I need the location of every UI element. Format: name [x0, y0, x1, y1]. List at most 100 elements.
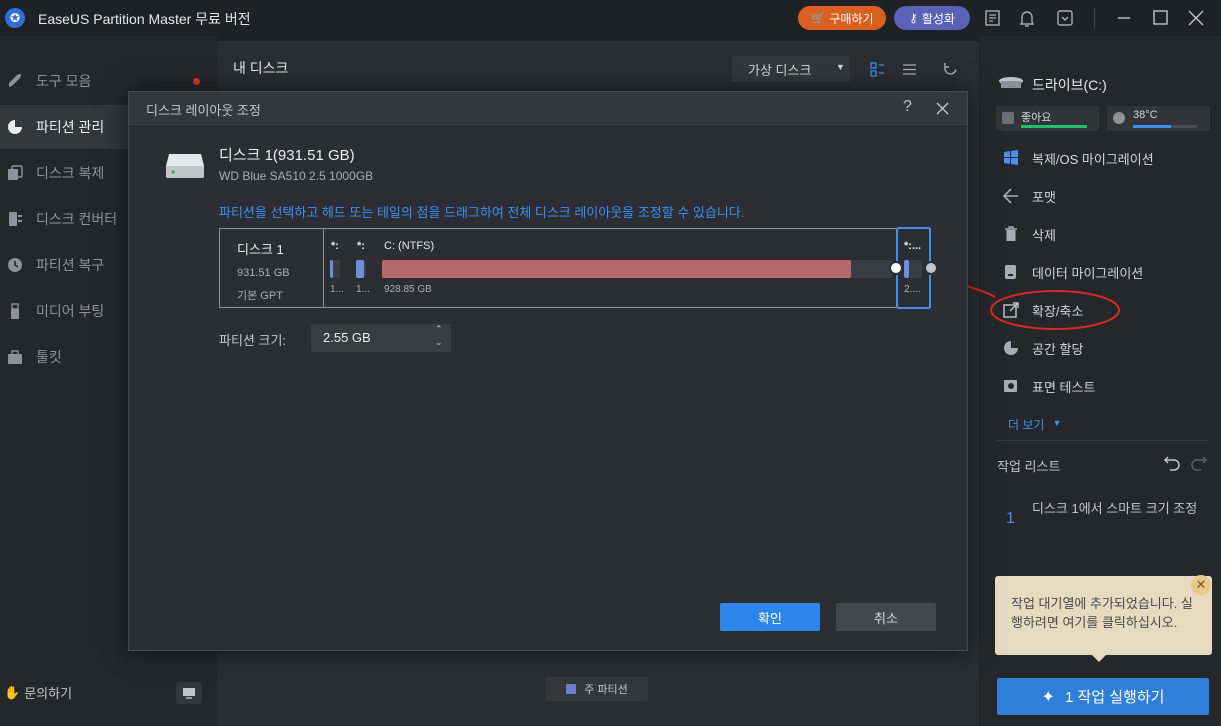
temperature-label: 38°C [1133, 109, 1158, 121]
action-delete[interactable]: 삭제 [1002, 222, 1056, 246]
stepper-up-icon[interactable]: ⌃ [435, 324, 443, 335]
partition-fill [330, 260, 333, 278]
notification-dot [193, 78, 200, 85]
tooltip-text: 작업 대기열에 추가되었습니다. 실행하려면 여기를 클릭하십시오. [1011, 596, 1193, 630]
tooltip-close-icon[interactable]: ✕ [1191, 575, 1211, 595]
task-item[interactable]: 디스크 1에서 스마트 크기 조정 [1032, 500, 1202, 518]
ok-label: 확인 [758, 610, 782, 626]
key-icon: ⚷ [909, 11, 918, 25]
action-format[interactable]: 포맷 [1002, 184, 1056, 208]
chat-button[interactable] [176, 682, 202, 704]
trash-icon [1005, 226, 1017, 241]
bell-icon[interactable] [1018, 8, 1036, 28]
buy-label: 구매하기 [829, 11, 874, 26]
task-list-header: 작업 리스트 [997, 459, 1061, 474]
temperature-status: 38°C [1107, 106, 1210, 131]
partition-label: *: [331, 240, 339, 252]
partition-c[interactable]: C: (NTFS) 928.85 GB [382, 237, 892, 301]
task-number: 1 [1006, 510, 1015, 527]
sidebar-item-label: 도구 모음 [36, 73, 92, 89]
tooltip-arrow [1091, 654, 1107, 662]
dialog-close-icon[interactable] [936, 102, 949, 115]
stepper-down-icon[interactable]: ⌄ [435, 337, 443, 348]
partition-size: 1... [356, 284, 370, 295]
usb-icon [11, 303, 19, 319]
sidebar-item-label: 파티션 복구 [36, 257, 105, 273]
sidebar-item-label: 디스크 컨버터 [36, 211, 118, 227]
contact-link[interactable]: ✋ 문의하기 [4, 683, 72, 702]
partition-size-value: 2.55 GB [323, 330, 371, 345]
app-title: EaseUS Partition Master 무료 버전 [38, 11, 251, 27]
maximize-icon[interactable] [1152, 9, 1170, 27]
disk-info-name: 디스크 1 [237, 242, 284, 257]
close-icon[interactable] [1187, 9, 1205, 27]
instruction-text: 파티션을 선택하고 헤드 또는 테일의 점을 드래그하여 전체 디스크 레이아웃… [219, 205, 745, 220]
refresh-icon[interactable] [942, 61, 959, 78]
health-status: 좋아요 [996, 106, 1099, 131]
divider [1094, 8, 1095, 28]
partition-size: 1... [330, 284, 344, 295]
pie-icon [1004, 341, 1018, 355]
wave-hand-icon: ✋ [4, 684, 21, 700]
execute-button[interactable]: ✦ 1 작업 실행하기 [997, 678, 1209, 715]
windows-icon [1004, 150, 1018, 165]
partition-size-label: 파티션 크기: [219, 333, 287, 348]
action-label: 포맷 [1032, 189, 1056, 205]
format-icon [1002, 188, 1018, 204]
tail-drag-handle[interactable] [924, 261, 938, 275]
help-icon[interactable]: ? [903, 98, 912, 116]
disk-info-size: 931.51 GB [237, 267, 290, 279]
thermometer-icon [1113, 112, 1125, 124]
action-label: 공간 할당 [1032, 341, 1084, 357]
legend-label: 주 파티션 [584, 684, 628, 696]
disk-info-cell: 디스크 1 931.51 GB 기본 GPT [220, 229, 324, 307]
disk-layout-dialog: 디스크 레이아웃 조정 ? 디스크 1(931.51 GB) WD Blue S… [128, 91, 968, 651]
cart-icon: 🛒 [810, 11, 826, 25]
ok-button[interactable]: 확인 [720, 603, 820, 631]
grid-view-icon[interactable] [870, 62, 885, 77]
partition-fill [904, 260, 910, 278]
undo-icon[interactable] [1163, 455, 1181, 471]
health-icon [1002, 112, 1014, 124]
dialog-title: 디스크 레이아웃 조정 [146, 103, 261, 118]
activate-button[interactable]: ⚷ 활성화 [894, 6, 970, 30]
download-icon[interactable] [1056, 9, 1074, 27]
partition-2[interactable]: *: 1... [356, 237, 374, 301]
partition-fill [356, 260, 364, 278]
head-drag-handle[interactable] [889, 261, 903, 275]
execute-label: 1 작업 실행하기 [1064, 689, 1165, 706]
disk-map: 디스크 1 931.51 GB 기본 GPT *: 1... *: 1... C… [219, 227, 938, 309]
partition-size-input[interactable]: 2.55 GB ⌃ ⌄ [311, 324, 451, 352]
partition-label: *:... [904, 240, 922, 252]
activate-label: 활성화 [921, 11, 955, 26]
sidebar-item-label: 디스크 복제 [36, 165, 105, 181]
divider [997, 440, 1209, 441]
minimize-icon[interactable] [1116, 10, 1132, 26]
more-link[interactable]: 더 보기 ▼ [1008, 416, 1061, 433]
queue-tooltip[interactable]: 작업 대기열에 추가되었습니다. 실행하려면 여기를 클릭하십시오. ✕ [995, 575, 1212, 662]
chat-icon [183, 687, 195, 699]
partition-bar [382, 260, 892, 278]
disk-icon [166, 154, 204, 178]
notes-icon[interactable] [984, 9, 1002, 27]
temperature-fill [1133, 125, 1171, 128]
cancel-button[interactable]: 취소 [836, 603, 936, 631]
toolkit-icon [8, 350, 22, 364]
action-surface-test[interactable]: 표면 테스트 [1002, 374, 1095, 398]
cancel-label: 취소 [874, 610, 898, 626]
action-label: 표면 테스트 [1032, 379, 1096, 395]
redo-icon[interactable] [1190, 455, 1208, 471]
action-clone-migrate[interactable]: 복제/OS 마이그레이션 [1002, 146, 1154, 170]
action-allocate-space[interactable]: 공간 할당 [1002, 336, 1083, 360]
view-select[interactable]: 가상 디스크 ▼ [732, 56, 850, 82]
converter-icon [9, 212, 22, 226]
buy-button[interactable]: 🛒 구매하기 [798, 6, 886, 30]
clone-icon [8, 165, 23, 180]
partition-1[interactable]: *: 1... [330, 237, 344, 301]
partition-bar [330, 260, 340, 278]
app-window: ✪ EaseUS Partition Master 무료 버전 🛒 구매하기 ⚷… [0, 0, 1221, 726]
drive-icon [999, 77, 1023, 88]
sidebar-item-label: 파티션 관리 [36, 119, 105, 135]
page-title: 내 디스크 [233, 60, 289, 76]
list-view-icon[interactable] [902, 62, 917, 77]
